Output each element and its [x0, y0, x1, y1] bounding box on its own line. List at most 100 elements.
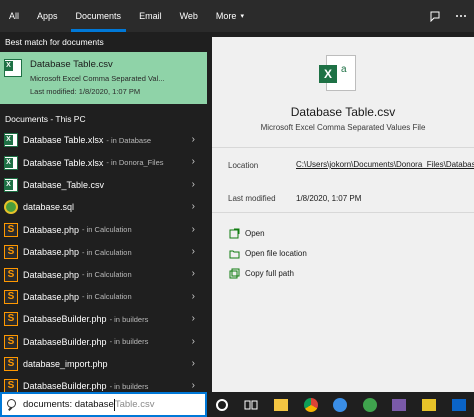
location-label: Location	[228, 161, 259, 170]
php-file-icon	[4, 245, 18, 260]
chevron-right-icon[interactable]: ›	[192, 268, 195, 279]
chevron-right-icon[interactable]: ›	[192, 358, 195, 369]
search-typed-text: documents: database	[23, 399, 114, 410]
php-file-icon	[4, 289, 18, 304]
chevron-right-icon[interactable]: ›	[192, 291, 195, 302]
divider	[212, 212, 474, 213]
file-name: database.sql	[23, 202, 75, 213]
tab-all[interactable]: All	[0, 0, 28, 32]
cortana-icon[interactable]	[207, 392, 237, 417]
copy-icon	[228, 267, 240, 279]
open-file-location-action[interactable]: Open file location	[228, 246, 307, 260]
chevron-down-icon: ▾	[240, 13, 244, 20]
preview-pane: a Database Table.csv Microsoft Excel Com…	[212, 37, 474, 392]
documents-list: Database Table.xlsx- in Database›Databas…	[0, 129, 207, 392]
list-item[interactable]: DatabaseBuilder.php- in builders ›	[0, 375, 207, 392]
php-file-icon	[4, 334, 18, 349]
location-link[interactable]: C:\Users\jokorn\Documents\Donora_Files\D…	[296, 159, 474, 171]
file-location: - in builders	[109, 337, 149, 347]
chevron-right-icon[interactable]: ›	[192, 201, 195, 212]
divider	[212, 147, 474, 148]
tab-label: Web	[179, 11, 198, 21]
open-icon	[228, 227, 240, 239]
file-name: Database Table.xlsx	[23, 135, 104, 146]
chevron-right-icon[interactable]: ›	[192, 313, 195, 324]
tab-web[interactable]: Web	[171, 0, 207, 32]
file-location: - in Calculation	[82, 225, 132, 235]
action-label: Open	[245, 228, 265, 238]
file-location: - in Calculation	[82, 270, 132, 280]
chrome-icon[interactable]	[296, 392, 326, 417]
chevron-right-icon[interactable]: ›	[192, 179, 195, 190]
best-match-item[interactable]: Database Table.csv Microsoft Excel Comma…	[0, 52, 207, 104]
chevron-right-icon[interactable]: ›	[192, 336, 195, 347]
chevron-right-icon[interactable]: ›	[192, 156, 195, 167]
search-icon	[6, 398, 18, 411]
open-action[interactable]: Open	[228, 226, 265, 240]
action-label: Open file location	[245, 248, 307, 258]
file-name: Database.php	[23, 247, 80, 258]
mail-icon[interactable]	[444, 392, 474, 417]
list-item[interactable]: Database.php- in Calculation ›	[0, 263, 207, 285]
list-item[interactable]: database.sql ›	[0, 196, 207, 218]
taskbar	[207, 392, 474, 417]
sql-app-icon[interactable]	[385, 392, 415, 417]
preview-title: Database Table.csv	[290, 105, 396, 119]
tab-more[interactable]: More ▾	[207, 0, 253, 32]
file-manager-icon[interactable]	[414, 392, 444, 417]
tab-label: More	[215, 11, 237, 21]
file-name: Database_Table.csv	[23, 179, 105, 190]
copy-full-path-action[interactable]: Copy full path	[228, 266, 294, 280]
sql-file-icon	[4, 200, 18, 215]
php-file-icon	[4, 357, 18, 372]
tab-label: Apps	[37, 11, 58, 21]
edge-icon[interactable]	[325, 392, 355, 417]
tab-label: Email	[139, 11, 162, 21]
list-item[interactable]: database_import.php ›	[0, 353, 207, 375]
file-name: Database.php	[23, 224, 80, 235]
list-item[interactable]: DatabaseBuilder.php- in builders ›	[0, 308, 207, 330]
excel-file-icon	[4, 133, 18, 148]
file-location: - in builders	[109, 381, 149, 391]
file-location: - in Calculation	[82, 247, 132, 257]
list-item[interactable]: Database.php- in Calculation ›	[0, 286, 207, 308]
php-file-icon	[4, 267, 18, 282]
green-app-icon[interactable]	[355, 392, 385, 417]
list-item[interactable]: Database.php- in Calculation ›	[0, 241, 207, 263]
excel-file-icon	[4, 177, 18, 192]
modified-label: Last modified	[228, 194, 276, 203]
tab-apps[interactable]: Apps	[28, 0, 67, 32]
list-item[interactable]: DatabaseBuilder.php- in builders ›	[0, 331, 207, 353]
list-item[interactable]: Database_Table.csv ›	[0, 174, 207, 196]
file-name: DatabaseBuilder.php	[23, 314, 107, 325]
chevron-right-icon[interactable]: ›	[192, 380, 195, 391]
folder-icon	[228, 247, 240, 259]
file-explorer-icon[interactable]	[266, 392, 296, 417]
excel-file-icon: a	[319, 55, 356, 91]
tab-email[interactable]: Email	[130, 0, 171, 32]
file-name: Database.php	[23, 291, 80, 302]
chevron-right-icon[interactable]: ›	[192, 224, 195, 235]
task-view-icon[interactable]	[237, 392, 267, 417]
feedback-icon[interactable]	[422, 0, 448, 32]
best-match-modified: Last modified: 1/8/2020, 1:07 PM	[30, 87, 141, 96]
chevron-right-icon[interactable]: ›	[192, 134, 195, 145]
modified-value: 1/8/2020, 1:07 PM	[296, 194, 362, 203]
best-match-heading: Best match for documents	[5, 37, 104, 47]
list-item[interactable]: Database.php- in Calculation ›	[0, 219, 207, 241]
chevron-right-icon[interactable]: ›	[192, 246, 195, 257]
results-list: Best match for documents Database Table.…	[0, 32, 207, 392]
php-file-icon	[4, 312, 18, 327]
file-location: - in builders	[109, 314, 149, 324]
list-item[interactable]: Database Table.xlsx- in Donora_Files ›	[0, 151, 207, 173]
more-options-icon[interactable]	[448, 0, 474, 32]
list-item[interactable]: Database Table.xlsx- in Database ›	[0, 129, 207, 151]
file-name: DatabaseBuilder.php	[23, 381, 107, 392]
excel-file-icon	[4, 155, 18, 170]
php-file-icon	[4, 222, 18, 237]
search-input[interactable]: documents: database Table.csv	[0, 392, 207, 417]
php-file-icon	[4, 379, 18, 392]
tab-documents[interactable]: Documents	[67, 0, 131, 32]
file-location: - in Calculation	[82, 292, 132, 302]
preview-subtitle: Microsoft Excel Comma Separated Values F…	[260, 123, 426, 132]
